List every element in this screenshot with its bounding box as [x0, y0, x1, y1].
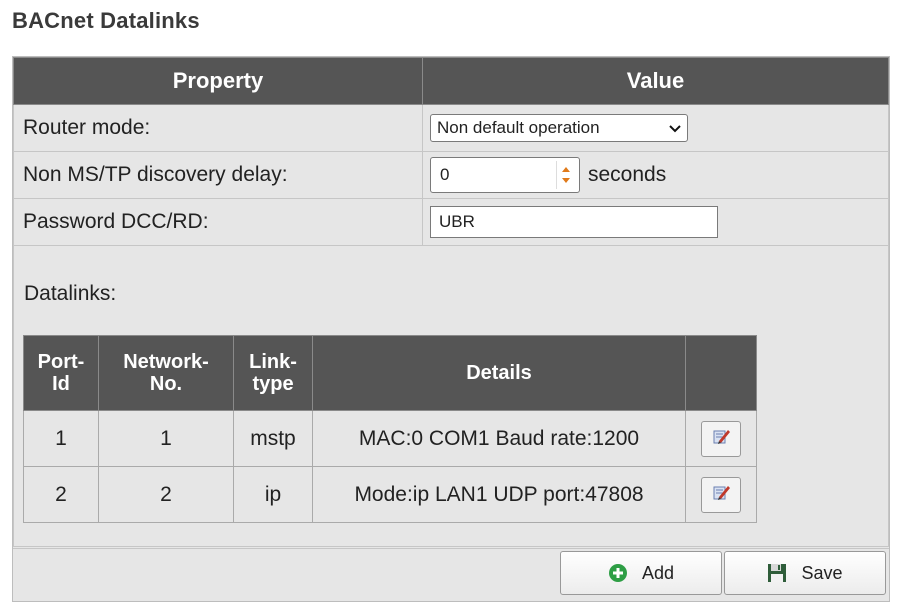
discovery-delay-label: Non MS/TP discovery delay: — [13, 151, 423, 199]
floppy-disk-icon — [767, 563, 787, 583]
discovery-delay-value: 0 — [440, 165, 450, 184]
col-edit — [685, 335, 757, 411]
port-id-cell: 1 — [23, 410, 99, 467]
link-type-cell: ip — [233, 466, 313, 523]
router-mode-row: Router mode: Non default operation — [13, 104, 889, 152]
router-mode-label: Router mode: — [13, 104, 423, 152]
add-button[interactable]: Add — [560, 551, 722, 595]
save-button[interactable]: Save — [724, 551, 886, 595]
datalinks-table: Port- Id Network- No. Link-type Details 1 — [23, 335, 757, 523]
port-id-cell: 2 — [23, 466, 99, 523]
spinner-arrows-icon[interactable] — [556, 161, 575, 189]
col-port-id: Port- Id — [23, 335, 99, 411]
password-label: Password DCC/RD: — [13, 198, 423, 246]
edit-button[interactable] — [701, 476, 741, 513]
page-title: BACnet Datalinks — [12, 8, 200, 33]
password-input[interactable]: UBR — [430, 206, 718, 238]
network-no-cell: 2 — [98, 466, 234, 523]
password-row: Password DCC/RD: UBR — [13, 198, 889, 246]
button-bar: Add Save — [13, 548, 889, 601]
properties-table: Property Value Router mode: Non default … — [13, 57, 889, 547]
datalinks-label: Datalinks: — [24, 282, 117, 305]
network-no-cell: 1 — [98, 410, 234, 467]
datalinks-section: Datalinks: Port- Id Network- No. Link-type… — [13, 245, 889, 547]
discovery-delay-units: seconds — [588, 163, 667, 186]
table-row: 1 1 mstp MAC:0 COM1 Baud rate:1200 — [23, 410, 757, 467]
col-details: Details — [312, 335, 686, 411]
chevron-down-icon — [669, 120, 681, 136]
save-button-label: Save — [801, 562, 843, 583]
col-link-type: Link-type — [233, 335, 313, 411]
edit-icon — [711, 482, 731, 508]
discovery-delay-input[interactable]: 0 — [430, 157, 580, 193]
details-cell: Mode:ip LAN1 UDP port:47808 — [312, 466, 686, 523]
edit-button[interactable] — [701, 420, 741, 457]
details-cell: MAC:0 COM1 Baud rate:1200 — [312, 410, 686, 467]
col-network-no: Network- No. — [98, 335, 234, 411]
link-type-cell: mstp — [233, 410, 313, 467]
discovery-delay-row: Non MS/TP discovery delay: 0 seconds — [13, 151, 889, 199]
property-header: Property — [13, 57, 423, 105]
add-button-label: Add — [641, 562, 675, 583]
plus-circle-icon — [608, 563, 628, 583]
value-header: Value — [422, 57, 889, 105]
edit-icon — [711, 426, 731, 452]
table-row: 2 2 ip Mode:ip LAN1 UDP port:47808 — [23, 466, 757, 523]
router-mode-select[interactable]: Non default operation — [430, 114, 688, 142]
router-mode-selected: Non default operation — [437, 118, 600, 137]
datalinks-panel: Property Value Router mode: Non default … — [12, 56, 890, 602]
